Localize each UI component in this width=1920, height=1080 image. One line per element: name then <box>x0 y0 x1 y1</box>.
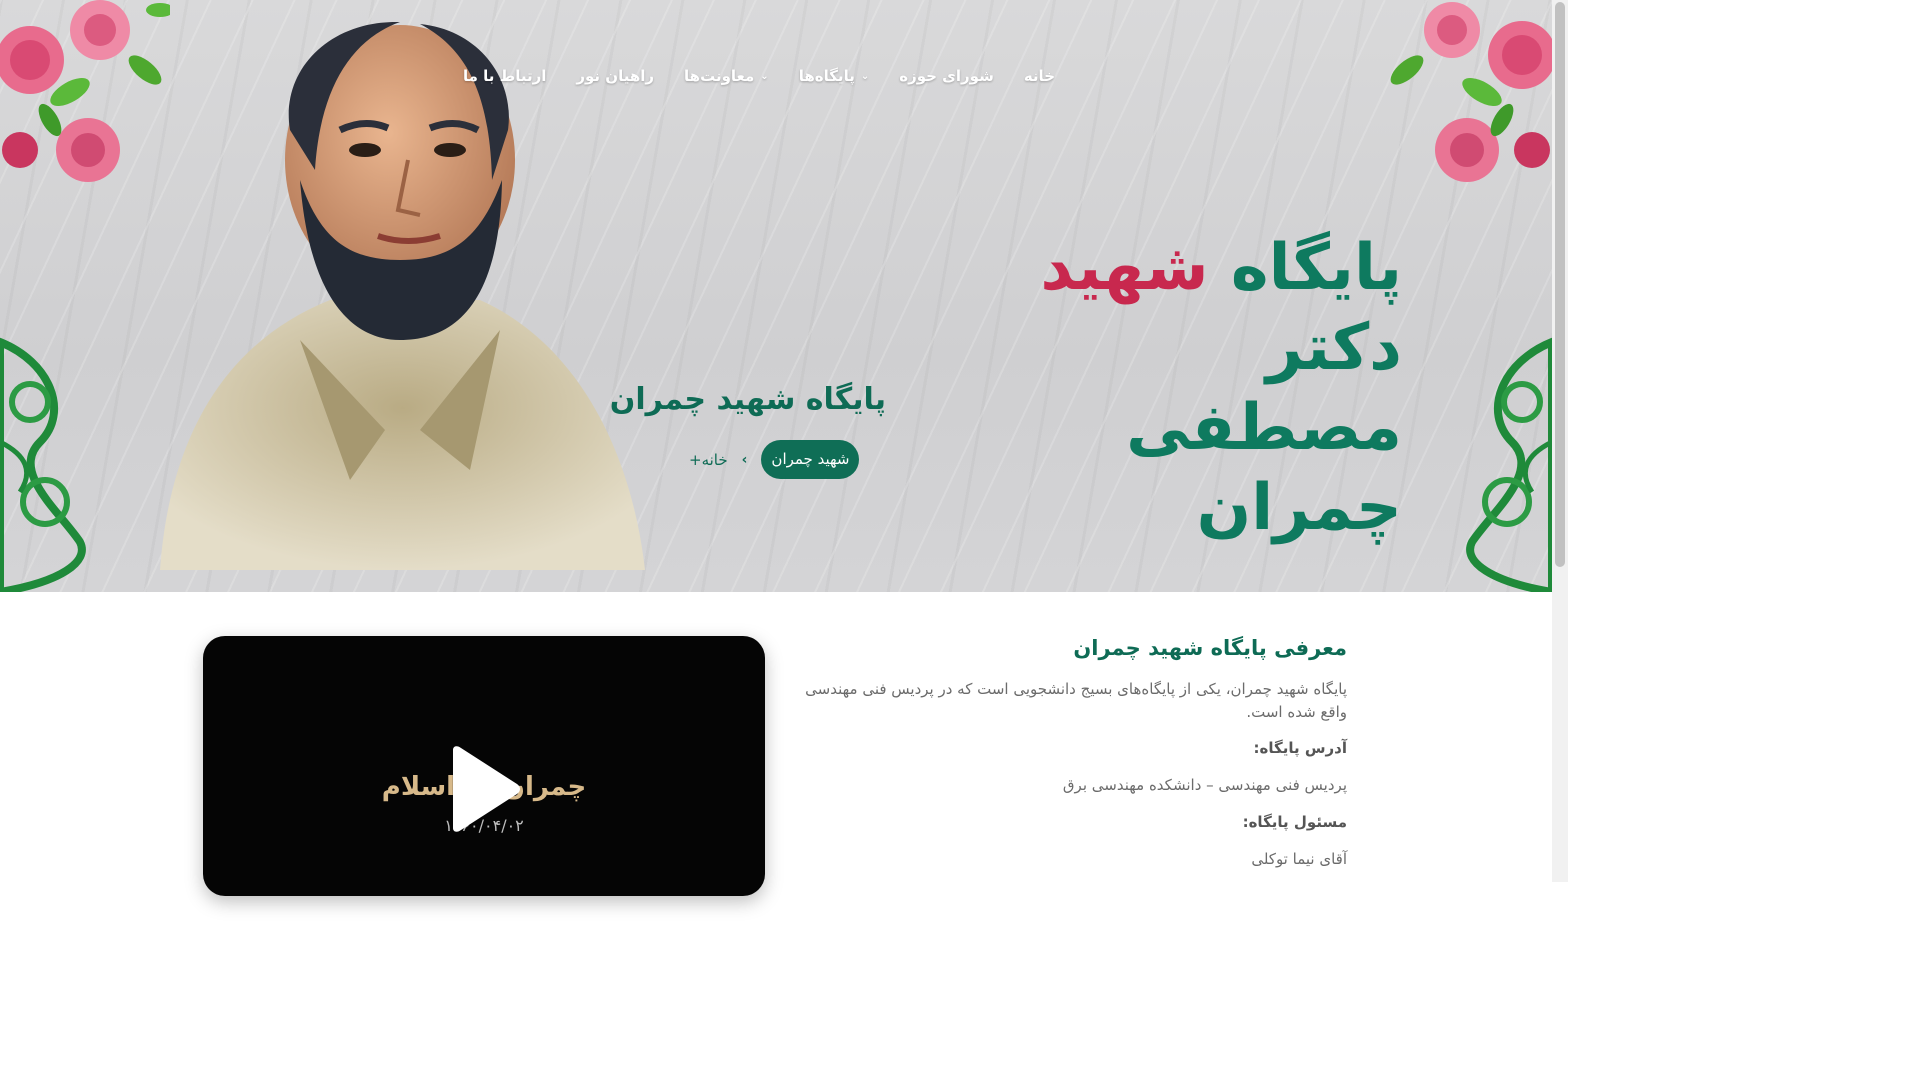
arabesque-decoration-icon <box>1466 337 1552 592</box>
address-value: پردیس فنی مهندسی – دانشکده مهندسی برق <box>1062 776 1347 794</box>
hero-title-text: دکتر <box>1266 311 1402 385</box>
hero-title-line2: مصطفی چمران <box>1126 391 1402 545</box>
breadcrumb-separator-icon: › <box>741 451 748 468</box>
about-title: معرفی پایگاه شهید چمران <box>1073 636 1347 660</box>
nav-item-label: شورای حوزه <box>899 67 994 85</box>
scrollbar-thumb[interactable] <box>1555 2 1565 567</box>
nav-item-rahian-noor[interactable]: راهیان نور <box>576 67 654 85</box>
main-nav: خانه شورای حوزه پایگاه‌ها ⌄ معاونت‌ها ⌄ را… <box>463 62 1055 90</box>
hero-title-accent: شهید <box>1040 231 1209 305</box>
hero-banner: خانه شورای حوزه پایگاه‌ها ⌄ معاونت‌ها ⌄ را… <box>0 0 1552 592</box>
address-label: آدرس پایگاه: <box>1253 739 1347 757</box>
page-scrollbar[interactable] <box>1552 0 1568 882</box>
manager-label: مسئول پایگاه: <box>1242 813 1347 831</box>
nav-item-home[interactable]: خانه <box>1024 67 1055 85</box>
chevron-down-icon: ⌄ <box>860 70 870 82</box>
nav-item-contact[interactable]: ارتباط با ما <box>463 67 546 85</box>
nav-item-label: پایگاه‌ها <box>798 67 855 85</box>
arabesque-decoration-icon <box>0 337 86 592</box>
about-description: پایگاه شهید چمران، یکی از پایگاه‌های بسی… <box>805 680 1347 721</box>
breadcrumb-current: شهید چمران <box>761 440 860 479</box>
nav-item-bases[interactable]: پایگاه‌ها ⌄ <box>799 67 870 85</box>
about-section: معرفی پایگاه شهید چمران پایگاه شهید چمرا… <box>782 632 1347 884</box>
breadcrumb: خانه+ › شهید چمران <box>689 440 860 479</box>
flower-decoration-icon <box>0 0 170 182</box>
nav-item-label: خانه <box>1023 67 1055 85</box>
nav-item-label: راهیان نور <box>576 67 655 85</box>
page-title: پایگاه شهید چمران <box>609 382 886 417</box>
nav-item-council[interactable]: شورای حوزه <box>899 67 994 85</box>
manager-value: آقای نیما توکلی <box>1251 850 1347 868</box>
play-icon[interactable] <box>447 746 521 832</box>
hero-title: پایگاه شهید دکتر مصطفی چمران <box>932 228 1402 548</box>
chevron-down-icon: ⌄ <box>760 70 769 82</box>
hero-title-text: پایگاه <box>1208 231 1402 305</box>
nav-item-deputies[interactable]: معاونت‌ها ⌄ <box>684 67 769 85</box>
nav-item-label: ارتباط با ما <box>463 67 547 85</box>
flower-decoration-icon <box>1390 2 1552 182</box>
martyr-portrait <box>160 21 645 570</box>
nav-item-label: معاونت‌ها <box>684 67 755 85</box>
hero-title-line1: پایگاه شهید دکتر <box>932 228 1402 388</box>
breadcrumb-home-link[interactable]: خانه+ <box>689 451 728 469</box>
